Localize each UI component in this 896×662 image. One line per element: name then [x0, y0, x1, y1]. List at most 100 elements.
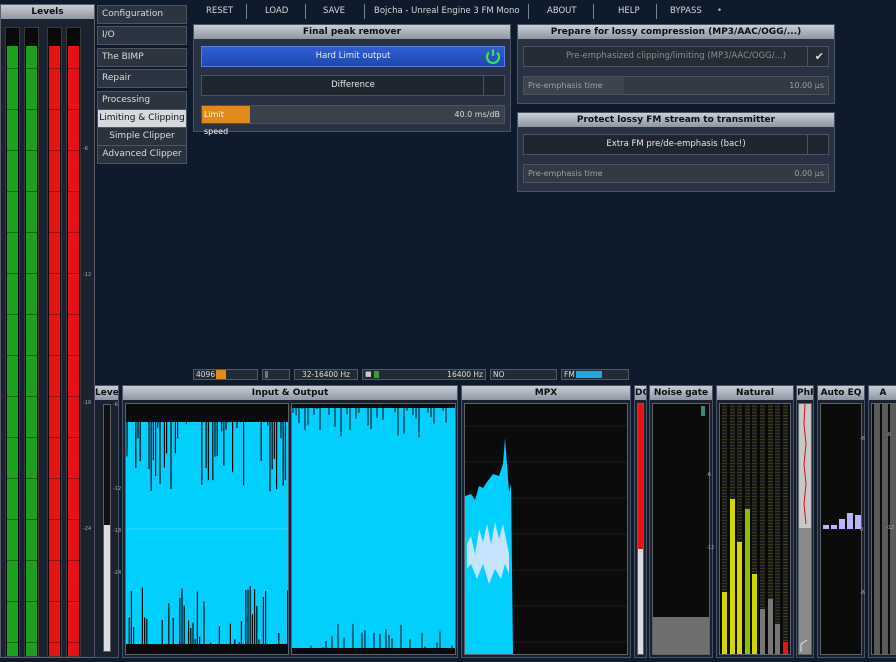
extra-fm-label: Extra FM pre/de-emphasis (bac!) — [606, 139, 746, 149]
meter-segment — [6, 519, 19, 520]
auto-eq-bar — [839, 519, 845, 529]
menu-configuration[interactable]: Configuration — [97, 5, 187, 24]
button-divider — [807, 135, 808, 154]
toolbar-separator — [528, 4, 529, 19]
meter-segment — [25, 232, 38, 233]
about-button[interactable]: ABOUT — [547, 6, 577, 16]
meter-segment — [6, 273, 19, 274]
limit-speed-value: 40.0 ms/dB — [454, 110, 500, 119]
fm-preemph-value: 0.00 µs — [794, 169, 824, 178]
leve-panel: Leve — [94, 385, 119, 658]
help-button[interactable]: HELP — [618, 6, 640, 16]
lossy-panel: Prepare for lossy compression (MP3/AAC/O… — [517, 24, 835, 104]
meter-segment — [6, 355, 19, 356]
meter-segment — [67, 232, 80, 233]
mpx-panel: MPX — [461, 385, 631, 658]
menu-advanced-clipper[interactable]: Advanced Clipper — [97, 145, 187, 164]
dc-title: DC — [635, 386, 646, 400]
freq-range[interactable]: 32-16400 Hz — [294, 369, 358, 380]
toolbar-separator — [364, 4, 365, 19]
meter-segment — [25, 437, 38, 438]
preset-name[interactable]: Bojcha - Unreal Engine 3 FM Mono — [374, 6, 520, 16]
save-button[interactable]: SAVE — [323, 6, 345, 16]
auto-eq-meter — [820, 403, 862, 655]
level-scale-2: -12 — [83, 272, 92, 278]
natural-bar-track — [760, 404, 765, 609]
button-divider — [807, 47, 808, 66]
extra-fm-button[interactable]: Extra FM pre/de-emphasis (bac!) — [523, 134, 829, 155]
auto-eq-bar — [831, 525, 837, 529]
freq-value: 16400 Hz — [447, 370, 483, 379]
limit-speed-knob[interactable]: Limit speed — [202, 106, 250, 136]
meter-segment — [48, 109, 61, 110]
meter-segment — [48, 355, 61, 356]
meter-segment — [48, 273, 61, 274]
meter-segment — [6, 560, 19, 561]
natural-bar — [752, 574, 758, 654]
meter-segment — [67, 560, 80, 561]
toolbar: RESET LOAD SAVE Bojcha - Unreal Engine 3… — [194, 3, 724, 20]
noise-gate-title: Noise gate — [650, 386, 712, 400]
partial-title: A — [869, 386, 896, 400]
check-icon: ✔ — [814, 50, 824, 63]
meter-segment — [48, 601, 61, 602]
no-indicator: NO — [490, 369, 557, 380]
bypass-button[interactable]: BYPASS — [670, 6, 702, 16]
partial-bar-1 — [874, 404, 880, 654]
leve-scale-1: -6 — [113, 402, 118, 408]
menu-simple-clipper[interactable]: Simple Clipper — [97, 127, 187, 146]
meter-segment — [67, 355, 80, 356]
output-waveform — [292, 408, 455, 648]
menu-repair[interactable]: Repair — [97, 69, 187, 88]
level-scale-1: -6 — [83, 146, 88, 152]
fft-size-control[interactable]: 4096 — [193, 369, 258, 380]
natural-panel: Natural — [716, 385, 794, 658]
meter-segment — [67, 437, 80, 438]
eq-scale-2: 0 — [860, 527, 864, 533]
meter-segment — [6, 478, 19, 479]
fm-indicator: FM — [561, 369, 629, 380]
phr-meter — [798, 403, 812, 655]
noise-gate-meter — [652, 403, 710, 655]
hard-limit-button[interactable]: Hard Limit output — [201, 46, 505, 67]
freq-control[interactable]: ■ 16400 Hz — [362, 369, 486, 380]
level-meter-4 — [66, 27, 81, 657]
menu-io[interactable]: I/O — [97, 26, 187, 45]
menu-limiting-clipping[interactable]: Limiting & Clipping — [97, 109, 187, 128]
button-divider — [483, 76, 484, 95]
meter-segment — [6, 191, 19, 192]
fm-preemph-slider[interactable]: Pre-emphasis time 0.00 µs — [523, 164, 829, 183]
menu-processing[interactable]: Processing — [97, 91, 187, 110]
load-button[interactable]: LOAD — [265, 6, 288, 16]
auto-eq-bar — [823, 525, 829, 529]
power-icon[interactable] — [484, 48, 502, 65]
preemph-clip-label: Pre-emphasized clipping/limiting (MP3/AA… — [565, 51, 787, 61]
leve-title: Leve — [95, 386, 118, 400]
toolbar-separator — [246, 4, 247, 19]
meter-segment — [6, 642, 19, 643]
lossy-preemph-slider[interactable]: Pre-emphasis time 10.00 µs — [523, 76, 829, 95]
meter-segment — [6, 109, 19, 110]
toolbar-separator — [656, 4, 657, 19]
status-indicator — [262, 369, 290, 380]
natural-bar — [782, 641, 788, 654]
fft-size-knob — [216, 370, 226, 379]
leve-scale-2: -12 — [113, 486, 122, 492]
meter-segment — [67, 396, 80, 397]
limit-speed-slider[interactable]: Limit speed 40.0 ms/dB — [201, 105, 505, 136]
menu-bimp[interactable]: The BIMP — [97, 48, 187, 67]
meter-segment — [25, 273, 38, 274]
natural-bar — [775, 624, 781, 654]
input-scope — [125, 403, 289, 655]
meter-segment — [6, 396, 19, 397]
input-waveform — [126, 422, 288, 644]
freq-dot-icon: ■ — [365, 370, 372, 378]
natural-bar-track — [722, 404, 727, 592]
preemph-clip-button[interactable]: Pre-emphasized clipping/limiting (MP3/AA… — [523, 46, 829, 67]
meter-segment — [67, 314, 80, 315]
meter-segment — [48, 437, 61, 438]
reset-button[interactable]: RESET — [206, 6, 233, 16]
fm-title: Protect lossy FM stream to transmitter — [518, 113, 834, 127]
meter-segment — [67, 150, 80, 151]
difference-button[interactable]: Difference — [201, 75, 505, 96]
